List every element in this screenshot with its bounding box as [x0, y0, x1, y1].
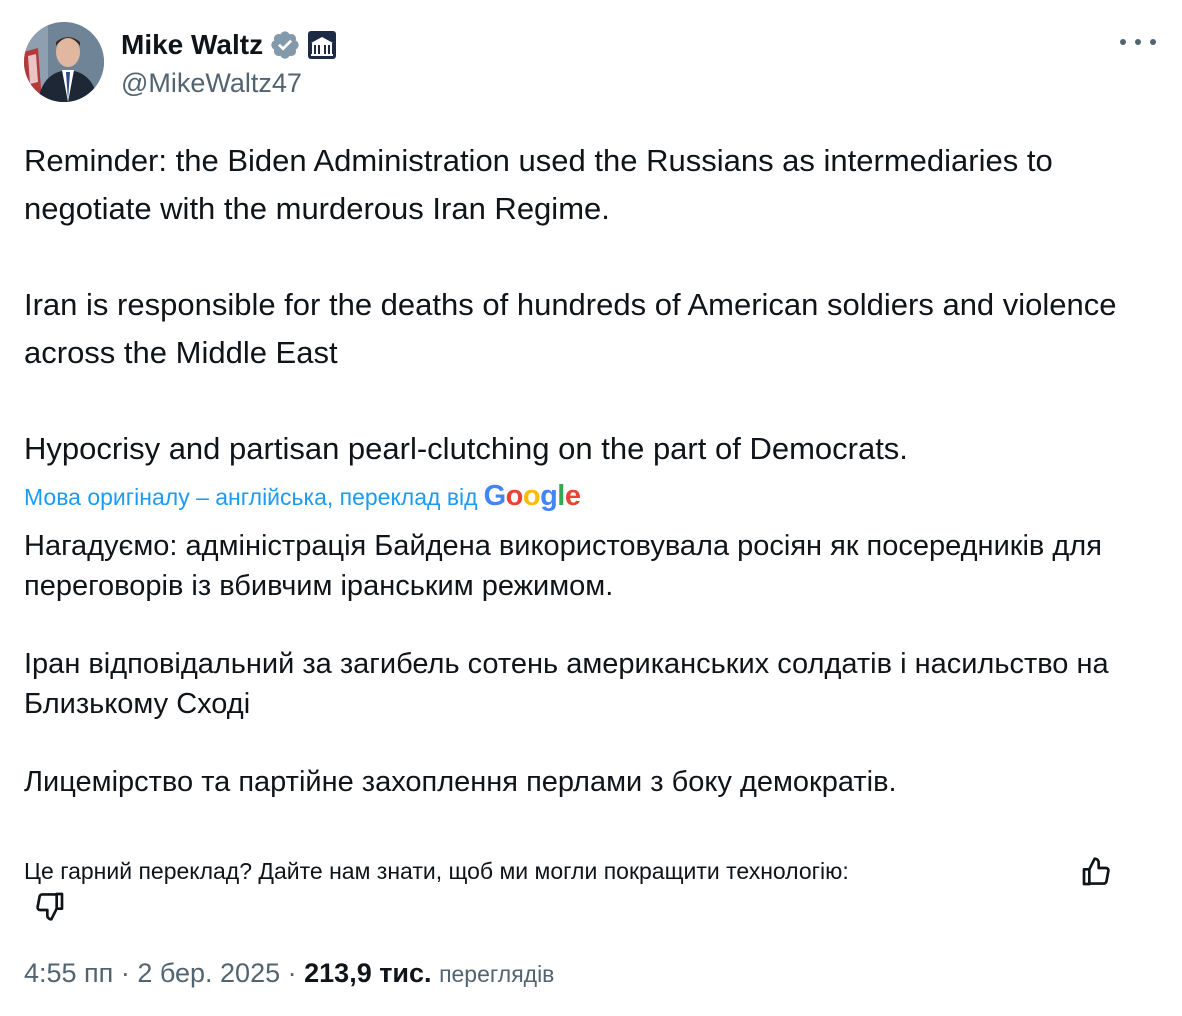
- author-handle[interactable]: @MikeWaltz47: [121, 68, 337, 99]
- translated-text: Нагадуємо: адміністрація Байдена викорис…: [24, 526, 1164, 802]
- translated-paragraph: Лицемірство та партійне захоплення перла…: [24, 766, 897, 798]
- more-dot: [1135, 39, 1141, 45]
- translation-feedback-prompt: Це гарний переклад? Дайте нам знати, щоб…: [24, 858, 849, 884]
- tweet-paragraph: Reminder: the Biden Administration used …: [24, 143, 1053, 226]
- thumbs-up-icon[interactable]: [1080, 856, 1112, 888]
- thumbs-down-icon[interactable]: [34, 890, 66, 922]
- translated-paragraph: Нагадуємо: адміністрація Байдена викорис…: [24, 530, 1102, 602]
- more-dot: [1150, 39, 1156, 45]
- meta-separator: ·: [120, 958, 130, 988]
- tweet-text: Reminder: the Biden Administration used …: [24, 137, 1164, 473]
- tweet-meta: 4:55 пп · 2 бер. 2025 · 213,9 тис. перег…: [24, 958, 554, 989]
- translation-note-text[interactable]: Мова оригіналу – англійська, переклад ві…: [24, 484, 478, 511]
- tweet-header: Mike Waltz @MikeWaltz47: [24, 22, 1160, 106]
- white-house-icon[interactable]: [307, 30, 337, 60]
- tweet-paragraph: Hypocrisy and partisan pearl-clutching o…: [24, 431, 908, 466]
- views-count[interactable]: 213,9 тис.: [304, 958, 431, 988]
- author-block: Mike Waltz @MikeWaltz47: [121, 28, 337, 99]
- translation-note[interactable]: Мова оригіналу – англійська, переклад ві…: [24, 480, 581, 513]
- avatar[interactable]: [24, 22, 104, 102]
- tweet-time[interactable]: 4:55 пп: [24, 958, 113, 988]
- display-name[interactable]: Mike Waltz: [121, 29, 263, 61]
- google-logo: Google: [483, 480, 581, 512]
- translated-paragraph: Іран відповідальний за загибель сотень а…: [24, 648, 1109, 720]
- verified-badge-icon[interactable]: [269, 29, 301, 61]
- views-label: переглядів: [439, 961, 555, 987]
- tweet-date[interactable]: 2 бер. 2025: [137, 958, 280, 988]
- tweet-paragraph: Iran is responsible for the deaths of hu…: [24, 287, 1117, 370]
- more-horizontal-icon[interactable]: [1120, 30, 1156, 54]
- meta-separator: ·: [287, 958, 297, 988]
- more-dot: [1120, 39, 1126, 45]
